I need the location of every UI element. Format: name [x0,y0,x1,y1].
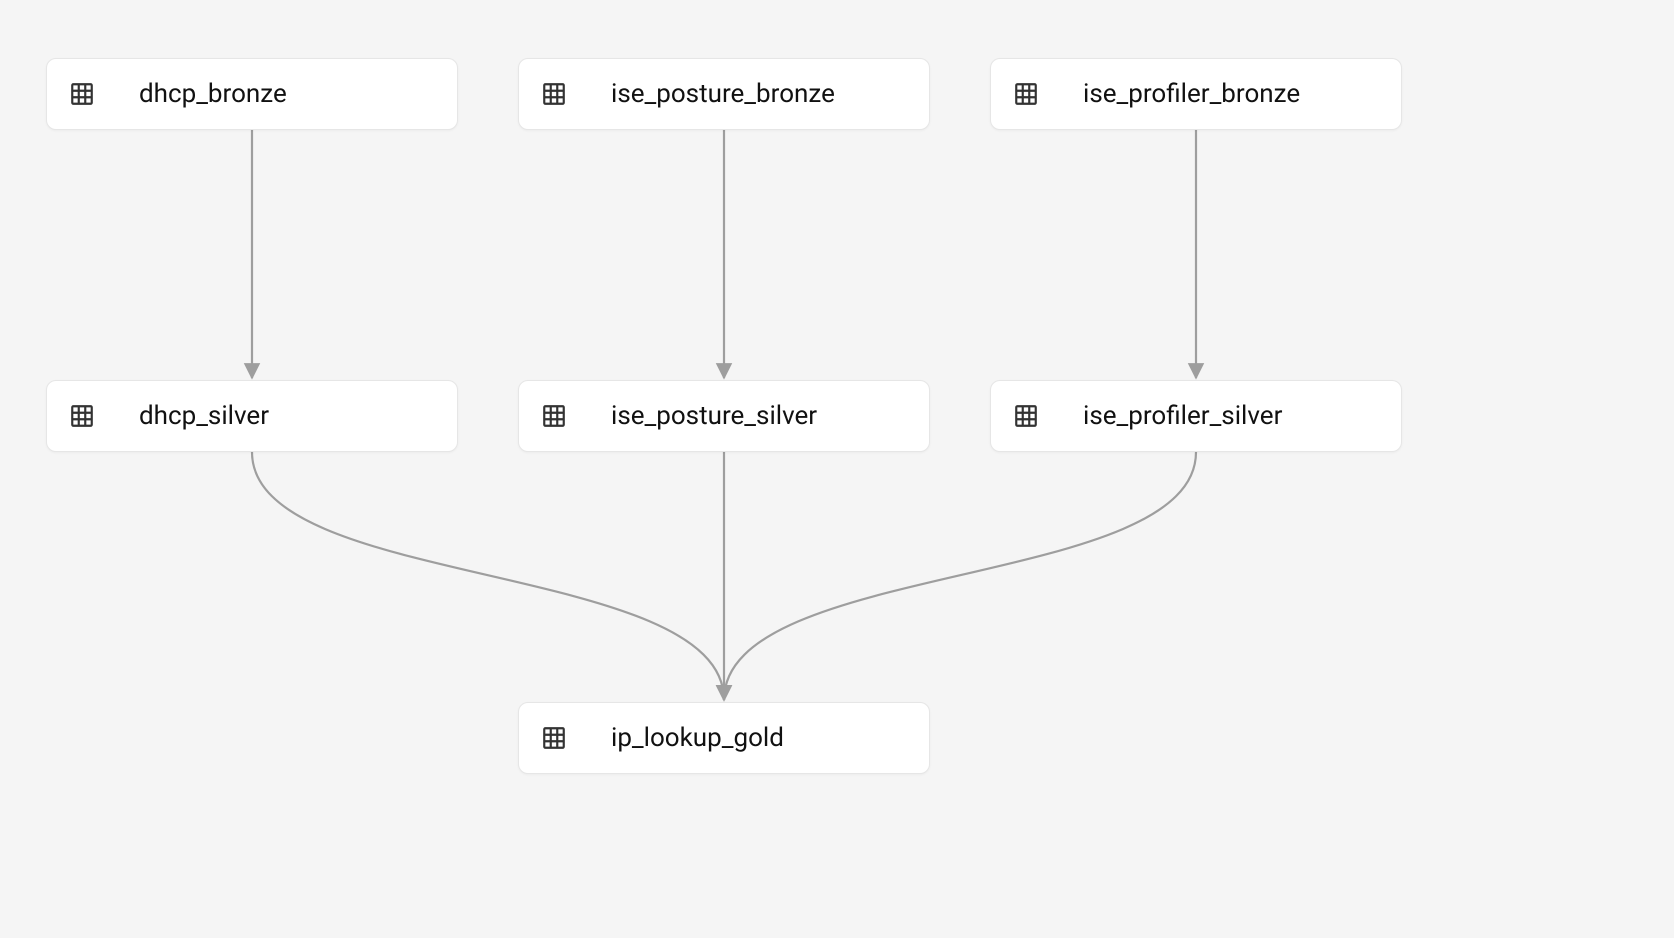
node-ise-profiler-silver[interactable]: ise_profiler_silver [990,380,1402,452]
diagram-canvas: dhcp_bronze ise_posture_bronze ise_profi [0,0,1674,938]
node-ip-lookup-gold[interactable]: ip_lookup_gold [518,702,930,774]
node-label: dhcp_silver [139,401,269,431]
table-icon [541,403,567,429]
node-label: ise_profiler_silver [1083,401,1282,431]
node-dhcp-silver[interactable]: dhcp_silver [46,380,458,452]
node-label: ise_posture_bronze [611,79,835,109]
node-label: dhcp_bronze [139,79,287,109]
edge-ise-profiler-silver-to-gold [724,452,1196,700]
table-icon [69,81,95,107]
node-label: ise_posture_silver [611,401,817,431]
node-ise-profiler-bronze[interactable]: ise_profiler_bronze [990,58,1402,130]
node-ise-posture-bronze[interactable]: ise_posture_bronze [518,58,930,130]
table-icon [69,403,95,429]
node-label: ip_lookup_gold [611,723,784,753]
node-label: ise_profiler_bronze [1083,79,1300,109]
table-icon [1013,403,1039,429]
edges-layer [0,0,1674,938]
table-icon [1013,81,1039,107]
node-dhcp-bronze[interactable]: dhcp_bronze [46,58,458,130]
node-ise-posture-silver[interactable]: ise_posture_silver [518,380,930,452]
table-icon [541,725,567,751]
edge-dhcp-silver-to-gold [252,452,724,700]
table-icon [541,81,567,107]
